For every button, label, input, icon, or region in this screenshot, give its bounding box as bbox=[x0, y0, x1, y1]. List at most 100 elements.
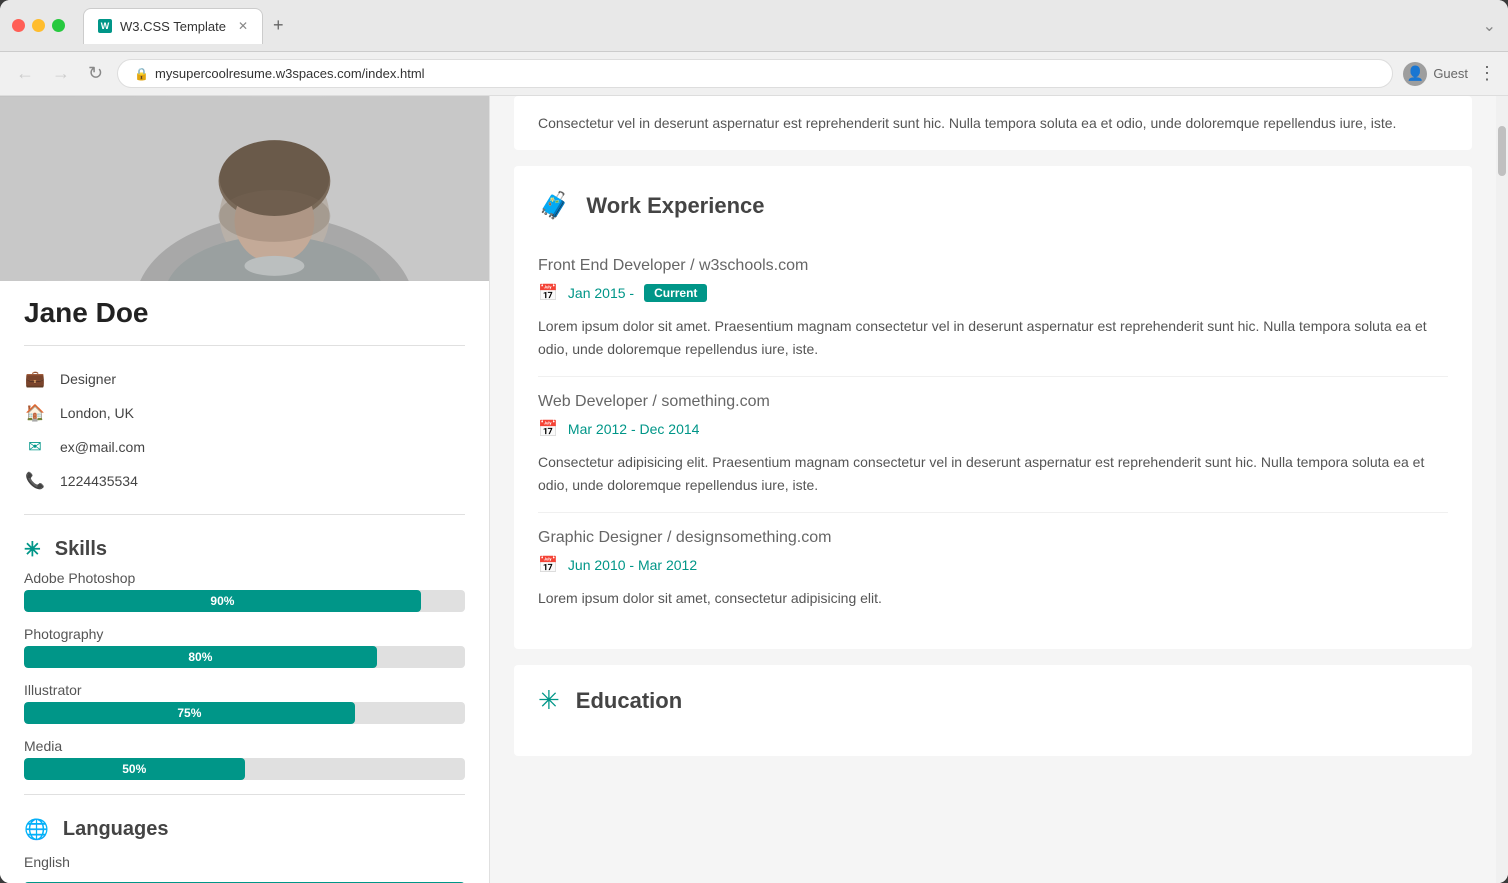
job-entry-1: Front End Developer / w3schools.com 📅 Ja… bbox=[538, 241, 1448, 377]
divider-1 bbox=[24, 345, 465, 346]
job-date-3: 📅 Jun 2010 - Mar 2012 bbox=[538, 555, 1448, 575]
new-tab-button[interactable]: + bbox=[273, 15, 284, 36]
guest-area: 👤 Guest bbox=[1403, 62, 1468, 86]
skill-media-bar-bg: 50% bbox=[24, 758, 465, 780]
work-experience-header: 🧳 Work Experience bbox=[538, 190, 1448, 221]
languages-header-text: Languages bbox=[63, 818, 169, 841]
job-entry-3: Graphic Designer / designsomething.com 📅… bbox=[538, 513, 1448, 625]
info-item-phone: 📞 1224435534 bbox=[24, 464, 465, 498]
calendar-icon-2: 📅 bbox=[538, 419, 558, 439]
skill-illustrator: Illustrator 75% bbox=[24, 682, 465, 724]
skill-photography-value: 80% bbox=[188, 650, 212, 664]
main-content: Consectetur vel in deserunt aspernatur e… bbox=[490, 96, 1496, 883]
skill-photoshop-value: 90% bbox=[210, 594, 234, 608]
job-desc-2: Consectetur adipisicing elit. Praesentiu… bbox=[538, 451, 1448, 496]
education-title: Education bbox=[576, 688, 682, 714]
tab-title: W3.CSS Template bbox=[120, 19, 226, 34]
home-icon: 🏠 bbox=[24, 403, 46, 423]
info-item-location: 🏠 London, UK bbox=[24, 396, 465, 430]
language-english: English bbox=[24, 850, 465, 874]
skill-media: Media 50% bbox=[24, 738, 465, 780]
reload-button[interactable]: ↻ bbox=[84, 59, 107, 88]
title-bar: W W3.CSS Template ✕ + ⌄ bbox=[0, 0, 1508, 52]
skill-illustrator-label: Illustrator bbox=[24, 682, 465, 698]
active-tab[interactable]: W W3.CSS Template ✕ bbox=[83, 8, 263, 44]
job-entry-2: Web Developer / something.com 📅 Mar 2012… bbox=[538, 377, 1448, 513]
languages-section: English bbox=[0, 850, 489, 874]
skill-photoshop-bar-fill: 90% bbox=[24, 590, 421, 612]
skill-photography-label: Photography bbox=[24, 626, 465, 642]
scrollbar-track[interactable] bbox=[1496, 96, 1508, 883]
intro-text-box: Consectetur vel in deserunt aspernatur e… bbox=[514, 96, 1472, 150]
skill-photography-bar-fill: 80% bbox=[24, 646, 377, 668]
lock-icon: 🔒 bbox=[134, 67, 149, 81]
skills-icon: ✳ bbox=[24, 537, 41, 562]
job-date-range-1: Jan 2015 - bbox=[568, 285, 634, 301]
skill-photoshop: Adobe Photoshop 90% bbox=[24, 570, 465, 612]
work-experience-card: 🧳 Work Experience Front End Developer / … bbox=[514, 166, 1472, 649]
job-date-1: 📅 Jan 2015 - Current bbox=[538, 283, 1448, 303]
job-title-3: Graphic Designer / designsomething.com bbox=[538, 529, 1448, 547]
sidebar: Jane Doe 💼 Designer 🏠 London, UK ✉ ex@ma… bbox=[0, 96, 490, 883]
info-location-text: London, UK bbox=[60, 405, 134, 421]
skills-section: Adobe Photoshop 90% Photography 80% bbox=[0, 570, 489, 780]
page-content: Jane Doe 💼 Designer 🏠 London, UK ✉ ex@ma… bbox=[0, 96, 1508, 883]
tab-favicon: W bbox=[98, 19, 112, 33]
profile-image bbox=[0, 96, 489, 281]
sidebar-info: 💼 Designer 🏠 London, UK ✉ ex@mail.com 📞 … bbox=[0, 354, 489, 506]
tab-bar: W W3.CSS Template ✕ + bbox=[83, 8, 1426, 44]
traffic-lights bbox=[12, 19, 65, 32]
browser-menu-button[interactable]: ⋮ bbox=[1478, 63, 1496, 84]
briefcase-icon: 💼 bbox=[24, 369, 46, 389]
education-header: ✳ Education bbox=[538, 685, 1448, 716]
minimize-button-tl[interactable] bbox=[32, 19, 45, 32]
info-phone-text: 1224435534 bbox=[60, 473, 138, 489]
address-bar[interactable]: 🔒 mysupercoolresume.w3spaces.com/index.h… bbox=[117, 59, 1393, 88]
skill-illustrator-bar-bg: 75% bbox=[24, 702, 465, 724]
info-item-email: ✉ ex@mail.com bbox=[24, 430, 465, 464]
job-title-1: Front End Developer / w3schools.com bbox=[538, 257, 1448, 275]
profile-photo bbox=[0, 96, 489, 281]
skills-section-header: ✳ Skills bbox=[0, 523, 489, 570]
divider-2 bbox=[24, 514, 465, 515]
skill-media-label: Media bbox=[24, 738, 465, 754]
info-job-text: Designer bbox=[60, 371, 116, 387]
profile-name: Jane Doe bbox=[0, 281, 489, 337]
work-experience-icon: 🧳 bbox=[538, 190, 570, 221]
work-experience-title: Work Experience bbox=[586, 193, 764, 219]
divider-3 bbox=[24, 794, 465, 795]
maximize-button-tl[interactable] bbox=[52, 19, 65, 32]
current-badge-1: Current bbox=[644, 284, 707, 302]
browser-window: W W3.CSS Template ✕ + ⌄ ← → ↻ 🔒 mysuperc… bbox=[0, 0, 1508, 883]
skill-media-bar-fill: 50% bbox=[24, 758, 245, 780]
skill-illustrator-value: 75% bbox=[177, 706, 201, 720]
skill-illustrator-bar-fill: 75% bbox=[24, 702, 355, 724]
calendar-icon-3: 📅 bbox=[538, 555, 558, 575]
back-button[interactable]: ← bbox=[12, 59, 38, 88]
languages-section-header: 🌐 Languages bbox=[0, 803, 489, 850]
tab-close-button[interactable]: ✕ bbox=[238, 19, 248, 33]
job-date-range-3: Jun 2010 - Mar 2012 bbox=[568, 557, 697, 573]
address-bar-row: ← → ↻ 🔒 mysupercoolresume.w3spaces.com/i… bbox=[0, 52, 1508, 96]
window-expand-icon[interactable]: ⌄ bbox=[1483, 16, 1496, 36]
info-email-text: ex@mail.com bbox=[60, 439, 145, 455]
intro-text: Consectetur vel in deserunt aspernatur e… bbox=[538, 112, 1448, 134]
address-text: mysupercoolresume.w3spaces.com/index.htm… bbox=[155, 66, 425, 81]
skills-header-text: Skills bbox=[55, 538, 107, 561]
envelope-icon: ✉ bbox=[24, 437, 46, 457]
scrollbar-thumb[interactable] bbox=[1498, 126, 1506, 176]
job-desc-3: Lorem ipsum dolor sit amet, consectetur … bbox=[538, 587, 1448, 609]
phone-icon: 📞 bbox=[24, 471, 46, 491]
info-item-job: 💼 Designer bbox=[24, 362, 465, 396]
close-button-tl[interactable] bbox=[12, 19, 25, 32]
guest-label: Guest bbox=[1433, 66, 1468, 81]
guest-avatar-icon: 👤 bbox=[1403, 62, 1427, 86]
job-date-2: 📅 Mar 2012 - Dec 2014 bbox=[538, 419, 1448, 439]
calendar-icon-1: 📅 bbox=[538, 283, 558, 303]
skill-photography: Photography 80% bbox=[24, 626, 465, 668]
forward-button[interactable]: → bbox=[48, 59, 74, 88]
job-date-range-2: Mar 2012 - Dec 2014 bbox=[568, 421, 700, 437]
skill-media-value: 50% bbox=[122, 762, 146, 776]
job-desc-1: Lorem ipsum dolor sit amet. Praesentium … bbox=[538, 315, 1448, 360]
skill-photoshop-label: Adobe Photoshop bbox=[24, 570, 465, 586]
